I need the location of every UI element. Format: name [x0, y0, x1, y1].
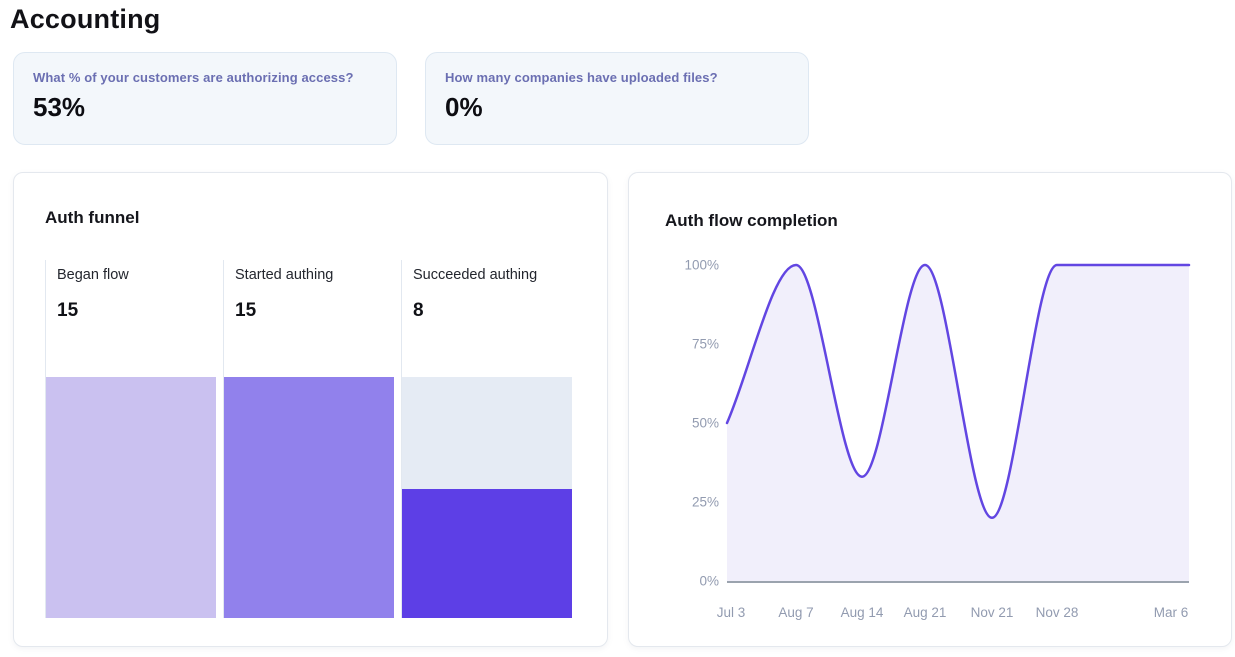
- funnel-bar: [46, 377, 216, 618]
- x-axis-tick-label: Aug 7: [778, 605, 813, 620]
- y-axis-tick-label: 25%: [692, 495, 719, 510]
- page-title: Accounting: [10, 4, 1235, 35]
- stats-row: What % of your customers are authorizing…: [13, 52, 1235, 145]
- funnel-bar: [224, 377, 394, 618]
- area-fill: [727, 265, 1189, 581]
- stat-value: 0%: [445, 92, 788, 123]
- stat-question: What % of your customers are authorizing…: [33, 70, 376, 85]
- y-axis-tick-label: 50%: [692, 416, 719, 431]
- x-axis-tick-label: Aug 14: [841, 605, 884, 620]
- x-axis-tick-label: Nov 28: [1036, 605, 1079, 620]
- y-axis-tick-label: 100%: [684, 258, 719, 273]
- y-axis-tick-label: 75%: [692, 337, 719, 352]
- funnel-stage-started-authing: Started authing 15: [223, 260, 401, 618]
- accounting-dashboard: Accounting What % of your customers are …: [0, 0, 1235, 647]
- stat-card-authorizing-access: What % of your customers are authorizing…: [13, 52, 397, 145]
- auth-flow-completion-chart: 0% 25% 50% 75% 100% Jul 3 Aug 7 Aug 14 Aug 21 Nov…: [629, 173, 1231, 646]
- funnel-stage-value: 15: [46, 300, 223, 322]
- funnel-bar-track: [402, 377, 572, 618]
- x-axis-tick-label: Jul 3: [717, 605, 746, 620]
- funnel-stage-label: Started authing: [224, 260, 401, 283]
- funnel-stage-value: 15: [224, 300, 401, 322]
- funnel-bar: [402, 489, 572, 618]
- x-axis-tick-label: Aug 21: [904, 605, 947, 620]
- auth-funnel-chart: Began flow 15 Started authing 15 Succeed…: [45, 260, 607, 618]
- stat-value: 53%: [33, 92, 376, 123]
- funnel-bar-track: [224, 377, 394, 618]
- funnel-stage-began-flow: Began flow 15: [45, 260, 223, 618]
- x-axis-tick-label: Nov 21: [971, 605, 1014, 620]
- auth-funnel-card: Auth funnel Began flow 15 Started authin…: [13, 172, 608, 647]
- y-axis-tick-label: 0%: [699, 574, 719, 589]
- auth-funnel-title: Auth funnel: [45, 208, 607, 228]
- stat-question: How many companies have uploaded files?: [445, 70, 788, 85]
- charts-row: Auth funnel Began flow 15 Started authin…: [13, 172, 1235, 647]
- funnel-stage-label: Began flow: [46, 260, 223, 283]
- funnel-stage-value: 8: [402, 300, 579, 322]
- funnel-stage-label: Succeeded authing: [402, 260, 579, 283]
- funnel-stage-succeeded-authing: Succeeded authing 8: [401, 260, 579, 618]
- funnel-bar-track: [46, 377, 216, 618]
- x-axis-tick-label: Mar 6: [1154, 605, 1189, 620]
- stat-card-uploaded-files: How many companies have uploaded files? …: [425, 52, 809, 145]
- auth-flow-completion-card: Auth flow completion 0%25%50%75%100%Jul …: [628, 172, 1232, 647]
